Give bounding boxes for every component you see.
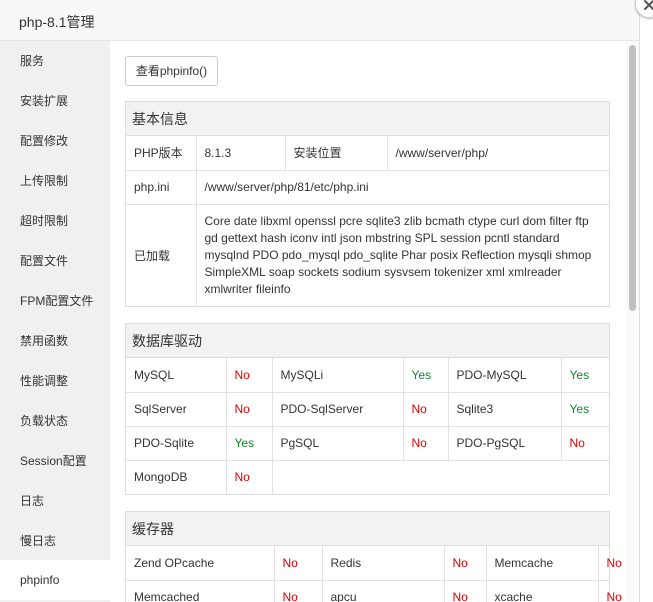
- driver-status: No: [225, 391, 273, 427]
- window-title: php-8.1管理: [19, 14, 95, 30]
- driver-name: PgSQL: [271, 425, 404, 461]
- sidebar-item-fpm-config[interactable]: FPM配置文件: [0, 281, 110, 321]
- driver-status: No: [225, 358, 273, 393]
- cache-status: No: [597, 546, 622, 581]
- driver-status: Yes: [560, 358, 609, 393]
- driver-name: PDO-Sqlite: [126, 425, 227, 461]
- cache-status: No: [273, 579, 323, 602]
- main-content: 查看phpinfo() 基本信息 PHP版本 8.1.3 安装位置 /www/s…: [110, 41, 626, 602]
- driver-name: MySQLi: [271, 358, 404, 393]
- sidebar-item-install-extension[interactable]: 安装扩展: [0, 81, 110, 121]
- table-row: 已加载 Core date libxml openssl pcre sqlite…: [126, 203, 609, 306]
- table-row: Memcached No apcu No xcache No: [126, 579, 622, 602]
- driver-status: Yes: [225, 425, 273, 461]
- cache-status: No: [597, 579, 622, 602]
- cache-table: Zend OPcache No Redis No Memcache No Mem…: [126, 546, 622, 602]
- driver-name: SqlServer: [126, 391, 227, 427]
- db-drivers-heading: 数据库驱动: [126, 324, 609, 358]
- cache-status: No: [273, 546, 323, 581]
- driver-status: No: [225, 459, 273, 494]
- cache-name: Redis: [321, 546, 445, 581]
- cache-name: Memcache: [485, 546, 599, 581]
- loaded-extensions-label: 已加载: [126, 203, 197, 306]
- sidebar-item-session-config[interactable]: Session配置: [0, 441, 110, 481]
- driver-name: Sqlite3: [447, 391, 562, 427]
- driver-status: No: [560, 425, 609, 461]
- db-drivers-table: MySQL No MySQLi Yes PDO-MySQL Yes SqlSer…: [126, 358, 609, 494]
- cache-status: No: [443, 579, 487, 602]
- view-phpinfo-button[interactable]: 查看phpinfo(): [125, 56, 218, 86]
- php-version-value: 8.1.3: [195, 136, 286, 171]
- php-ini-label: php.ini: [126, 169, 197, 205]
- sidebar-item-config-edit[interactable]: 配置修改: [0, 121, 110, 161]
- driver-status: Yes: [560, 391, 609, 427]
- cache-name: apcu: [321, 579, 445, 602]
- basic-info-heading: 基本信息: [126, 102, 609, 136]
- sidebar-item-upload-limit[interactable]: 上传限制: [0, 161, 110, 201]
- basic-info-table: PHP版本 8.1.3 安装位置 /www/server/php/ php.in…: [126, 136, 609, 306]
- driver-name: PDO-PgSQL: [447, 425, 562, 461]
- driver-name: PDO-MySQL: [447, 358, 562, 393]
- table-row: SqlServer No PDO-SqlServer No Sqlite3 Ye…: [126, 391, 609, 427]
- empty-cell: [271, 459, 609, 494]
- driver-status: No: [402, 425, 449, 461]
- sidebar-item-phpinfo[interactable]: phpinfo: [0, 560, 110, 600]
- cache-panel: 缓存器 Zend OPcache No Redis No Memcache No…: [125, 511, 622, 602]
- php-ini-value: /www/server/php/81/etc/php.ini: [195, 169, 609, 205]
- sidebar-item-load-status[interactable]: 负载状态: [0, 401, 110, 441]
- sidebar-item-log[interactable]: 日志: [0, 481, 110, 521]
- cache-name: xcache: [485, 579, 599, 602]
- cache-name: Memcached: [126, 579, 275, 602]
- cache-status: No: [443, 546, 487, 581]
- sidebar-item-performance[interactable]: 性能调整: [0, 361, 110, 401]
- driver-status: No: [402, 391, 449, 427]
- table-row: PDO-Sqlite Yes PgSQL No PDO-PgSQL No: [126, 425, 609, 461]
- cache-name: Zend OPcache: [126, 546, 275, 581]
- install-location-label: 安装位置: [284, 136, 388, 171]
- table-row: Zend OPcache No Redis No Memcache No: [126, 546, 622, 581]
- table-row: PHP版本 8.1.3 安装位置 /www/server/php/: [126, 136, 609, 171]
- driver-status: Yes: [402, 358, 449, 393]
- sidebar-item-service[interactable]: 服务: [0, 41, 110, 81]
- basic-info-panel: 基本信息 PHP版本 8.1.3 安装位置 /www/server/php/ p…: [125, 101, 610, 307]
- cache-heading: 缓存器: [126, 512, 609, 546]
- sidebar-item-slow-log[interactable]: 慢日志: [0, 521, 110, 561]
- driver-name: MySQL: [126, 358, 227, 393]
- sidebar: 服务 安装扩展 配置修改 上传限制 超时限制 配置文件 FPM配置文件 禁用函数…: [0, 41, 110, 602]
- php-version-label: PHP版本: [126, 136, 197, 171]
- vertical-scrollbar[interactable]: [626, 41, 639, 602]
- table-row: MySQL No MySQLi Yes PDO-MySQL Yes: [126, 358, 609, 393]
- scrollbar-thumb[interactable]: [629, 45, 636, 311]
- title-bar: php-8.1管理: [0, 0, 639, 41]
- db-drivers-panel: 数据库驱动 MySQL No MySQLi Yes PDO-MySQL Yes …: [125, 323, 610, 495]
- sidebar-item-config-file[interactable]: 配置文件: [0, 241, 110, 281]
- driver-name: PDO-SqlServer: [271, 391, 404, 427]
- loaded-extensions-value: Core date libxml openssl pcre sqlite3 zl…: [195, 203, 609, 306]
- php-manager-window: php-8.1管理 服务 安装扩展 配置修改 上传限制 超时限制 配置文件 FP…: [0, 0, 640, 602]
- table-row: php.ini /www/server/php/81/etc/php.ini: [126, 169, 609, 205]
- close-icon: [644, 0, 653, 10]
- table-row: MongoDB No: [126, 459, 609, 494]
- sidebar-item-disabled-functions[interactable]: 禁用函数: [0, 321, 110, 361]
- sidebar-item-timeout-limit[interactable]: 超时限制: [0, 201, 110, 241]
- install-location-value: /www/server/php/: [386, 136, 609, 171]
- driver-name: MongoDB: [126, 459, 227, 494]
